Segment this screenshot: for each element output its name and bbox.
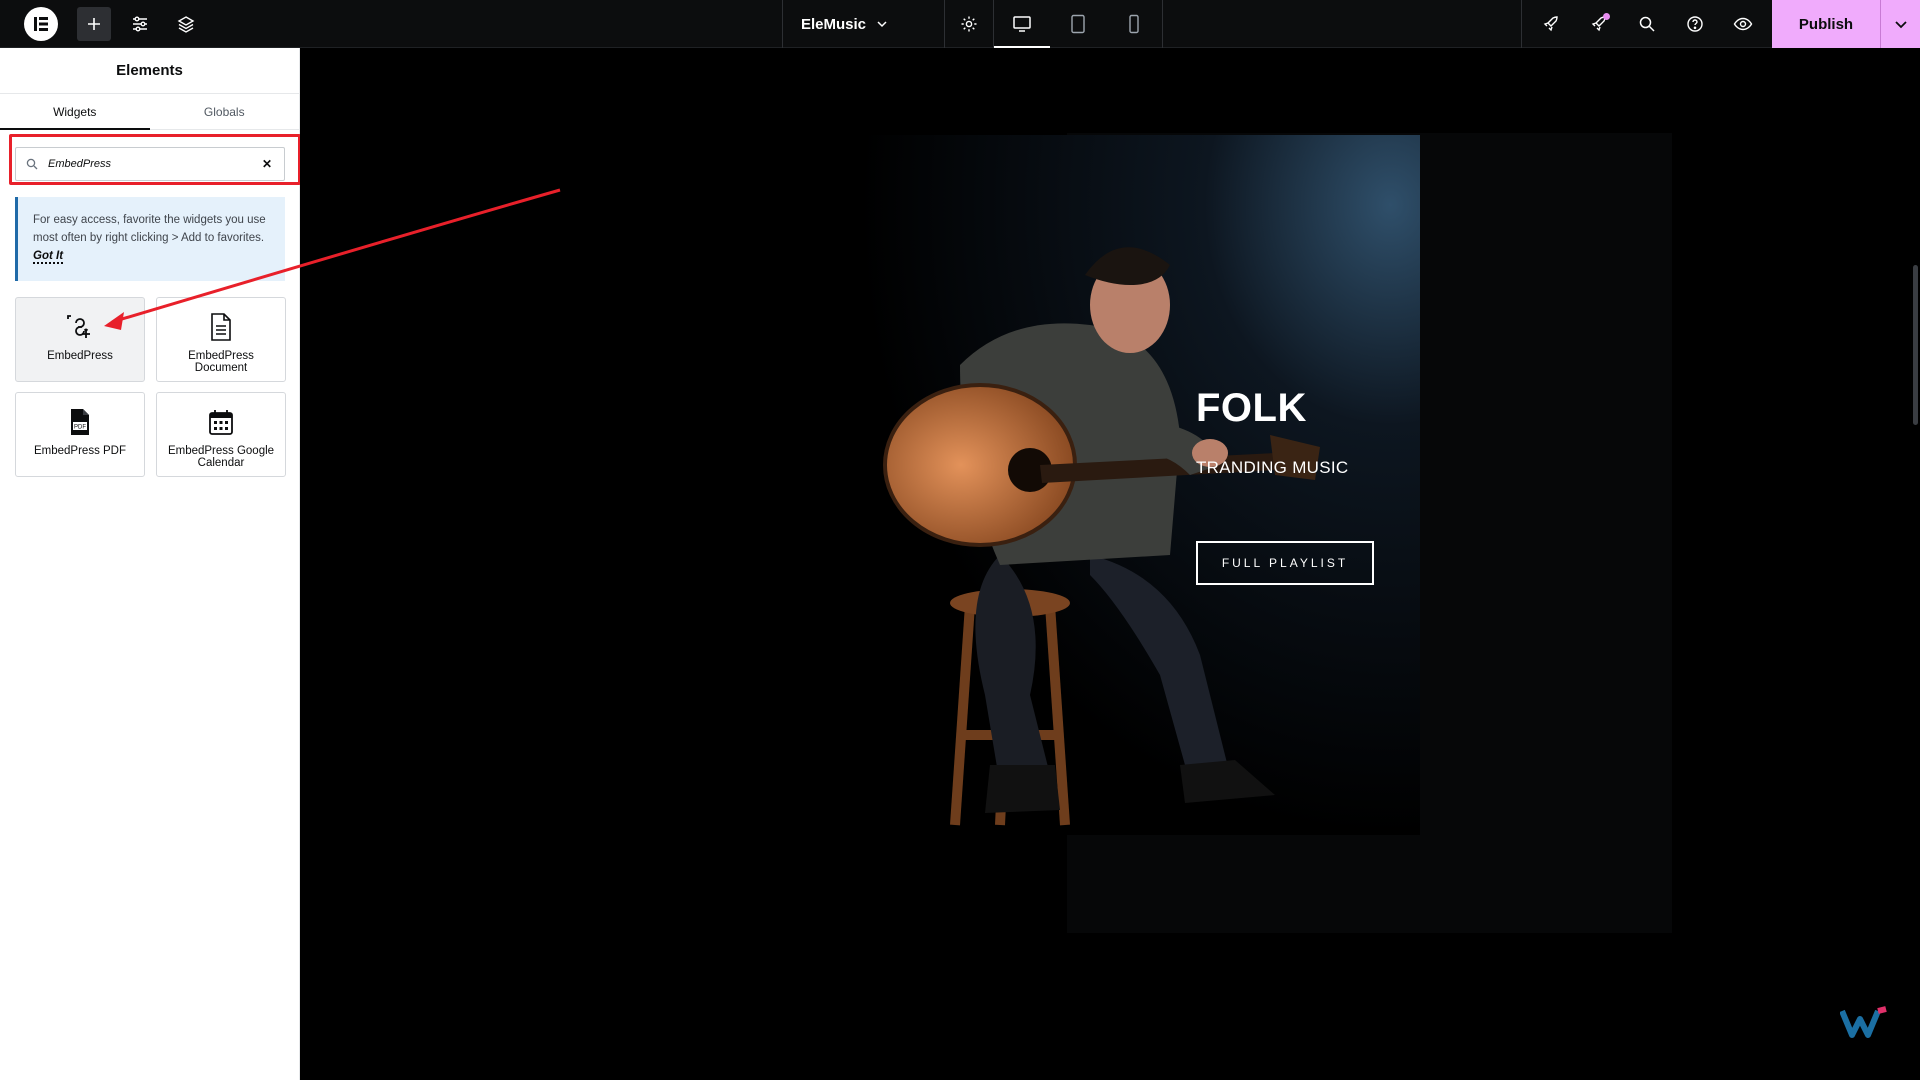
publish-group: Publish — [1772, 0, 1920, 48]
widget-embedpress[interactable]: EmbedPress — [15, 297, 145, 382]
mobile-view-button[interactable] — [1106, 0, 1162, 48]
search-button[interactable] — [1630, 7, 1664, 41]
embedpress-icon — [65, 312, 95, 342]
elementor-logo-icon — [24, 7, 58, 41]
favorites-tip: For easy access, favorite the widgets yo… — [15, 197, 285, 281]
top-bar-left — [0, 0, 203, 48]
editor-canvas: FOLK TRANDING MUSIC FULL PLAYLIST — [300, 48, 1908, 1080]
chevron-down-icon — [877, 21, 887, 28]
widget-embedpress-document[interactable]: EmbedPress Document — [156, 297, 286, 382]
device-switcher — [993, 0, 1162, 48]
widget-search-input[interactable] — [46, 157, 260, 171]
top-bar: EleMusic Publish — [0, 0, 1920, 48]
hero-subtitle: TRANDING MUSIC — [1196, 458, 1349, 477]
widget-embedpress-google-calendar[interactable]: EmbedPress Google Calendar — [156, 392, 286, 477]
elementor-logo-button[interactable] — [17, 0, 65, 48]
eye-icon — [1733, 17, 1753, 31]
chevron-down-icon — [1894, 21, 1907, 29]
site-settings-button[interactable] — [123, 7, 157, 41]
widget-label: EmbedPress PDF — [33, 445, 127, 457]
rocket-icon — [1543, 16, 1558, 32]
site-name: EleMusic — [801, 15, 867, 33]
notification-dot — [1603, 13, 1610, 20]
wpdeveloper-logo-icon — [1839, 1005, 1890, 1041]
layers-icon — [177, 16, 195, 33]
panel-title: Elements — [0, 48, 299, 94]
search-icon — [1639, 16, 1655, 32]
plus-icon — [88, 18, 100, 30]
launch-button[interactable] — [1534, 7, 1568, 41]
document-icon — [209, 312, 233, 342]
tab-globals[interactable]: Globals — [150, 94, 300, 129]
panel-tabs: Widgets Globals — [0, 94, 299, 130]
sliders-icon — [133, 16, 147, 32]
add-element-button[interactable] — [77, 7, 111, 41]
desktop-view-button[interactable] — [994, 0, 1050, 48]
full-playlist-button[interactable]: FULL PLAYLIST — [1196, 541, 1374, 585]
hero-title: FOLK — [1196, 386, 1307, 430]
top-bar-right: Publish — [1521, 0, 1920, 48]
desktop-icon — [1013, 16, 1031, 32]
notifications-button[interactable] — [1582, 7, 1616, 41]
preview-button[interactable] — [1726, 7, 1760, 41]
canvas-scrollbar[interactable] — [1908, 48, 1920, 1080]
svg-text:PDF: PDF — [74, 425, 86, 431]
clear-search-icon[interactable]: ✕ — [260, 157, 274, 171]
scrollbar-thumb[interactable] — [1913, 265, 1918, 425]
tablet-view-button[interactable] — [1050, 0, 1106, 48]
favorites-tip-text: For easy access, favorite the widgets yo… — [33, 214, 266, 244]
widget-label: EmbedPress Document — [188, 350, 254, 374]
calendar-icon — [208, 407, 234, 437]
widget-label: EmbedPress Google Calendar — [167, 445, 275, 469]
gear-icon — [961, 16, 977, 32]
structure-button[interactable] — [169, 7, 203, 41]
guitarist-photo — [530, 135, 1420, 835]
tab-widgets[interactable]: Widgets — [0, 94, 150, 130]
publish-button[interactable]: Publish — [1772, 0, 1880, 48]
site-selector[interactable]: EleMusic — [783, 0, 945, 48]
widget-embedpress-pdf[interactable]: PDF EmbedPress PDF — [15, 392, 145, 477]
mobile-icon — [1129, 14, 1139, 34]
widget-grid: EmbedPress EmbedPress Document PDF Embed… — [15, 297, 287, 477]
widget-search-field[interactable]: ✕ — [15, 147, 285, 181]
tablet-icon — [1071, 14, 1085, 34]
top-bar-tools — [1521, 0, 1772, 48]
got-it-link[interactable]: Got It — [33, 250, 64, 264]
help-icon — [1687, 16, 1703, 32]
pdf-icon: PDF — [68, 407, 92, 437]
help-button[interactable] — [1678, 7, 1712, 41]
page-settings-button[interactable] — [945, 0, 993, 48]
top-bar-center: EleMusic — [782, 0, 1163, 48]
widget-label: EmbedPress — [47, 350, 113, 362]
search-icon — [26, 158, 38, 170]
publish-options-button[interactable] — [1880, 0, 1920, 48]
